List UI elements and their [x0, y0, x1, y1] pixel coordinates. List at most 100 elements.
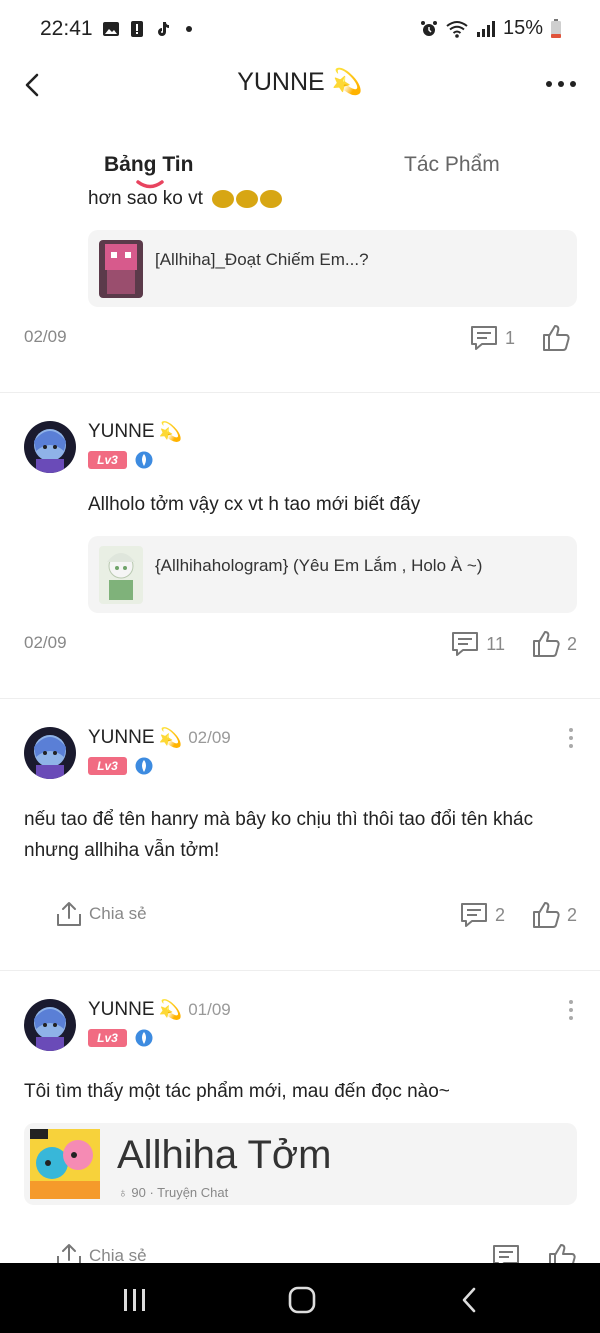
- page-title-text: YUNNE: [237, 68, 325, 96]
- battery-percent: 15%: [502, 17, 543, 39]
- comment-count: 2: [494, 904, 505, 925]
- sparkle-icon: 💫: [158, 1000, 183, 1021]
- comment-button[interactable]: 1: [469, 323, 515, 353]
- verified-badge-icon: [135, 1029, 153, 1047]
- like-button[interactable]: 2: [531, 900, 577, 930]
- thumbs-up-icon: [532, 902, 560, 928]
- battery-icon: [551, 18, 561, 38]
- post-actions: 2 2: [433, 900, 577, 930]
- book-title: Allhiha Tởm: [117, 1133, 332, 1177]
- comment-count: 11: [486, 633, 505, 654]
- username[interactable]: YUNNE: [88, 727, 155, 749]
- crying-emoji-icon: [212, 189, 235, 208]
- status-bar: 22:41 15%: [0, 0, 600, 60]
- like-button[interactable]: [547, 1242, 577, 1263]
- story-link-card[interactable]: [Allhiha]_Đoạt Chiếm Em...?: [88, 230, 577, 307]
- post-text-line: nếu tao để tên hanry mà bây ko chịu thì …: [24, 809, 534, 830]
- username[interactable]: YUNNE: [88, 999, 155, 1021]
- top-bar: YUNNE 💫: [0, 60, 600, 110]
- dot-icon: [186, 26, 192, 32]
- post-meta-row: 02/09 1: [24, 323, 577, 353]
- book-cover: [30, 1129, 100, 1199]
- post-text: Allholo tởm vậy cx vt h tao mới biết đấy: [88, 494, 421, 515]
- gallery-icon: [103, 22, 119, 36]
- alarm-icon: [420, 20, 437, 36]
- divider: [0, 698, 600, 699]
- post-author: YUNNE 💫 02/09 Lv3: [88, 726, 231, 775]
- like-count: 2: [566, 633, 577, 654]
- nav-back-icon[interactable]: [455, 1285, 485, 1315]
- sparkle-icon: 💫: [331, 68, 363, 96]
- home-icon[interactable]: [287, 1285, 317, 1315]
- alert-icon: [131, 21, 143, 37]
- thumbs-up-icon: [532, 631, 560, 657]
- post-meta-row: [24, 1242, 577, 1263]
- avatar[interactable]: [24, 999, 76, 1051]
- notification-icons: [102, 20, 198, 38]
- verified-badge-icon: [135, 451, 153, 469]
- post-text-partial: hơn sao ko vt: [88, 188, 283, 210]
- sparkle-icon: 💫: [158, 728, 183, 749]
- crying-emoji-group: [212, 189, 283, 208]
- verified-badge-icon: [135, 757, 153, 775]
- tiktok-icon: [158, 22, 169, 36]
- level-badge: Lv3: [88, 451, 127, 469]
- thumbs-up-icon: [543, 325, 570, 351]
- book-card[interactable]: Allhiha Tởm ♁ 90 · Truyện Chat: [24, 1123, 577, 1205]
- system-status: 15%: [420, 17, 562, 40]
- like-button[interactable]: 2: [531, 629, 577, 659]
- tab-works[interactable]: Tác Phẩm: [404, 153, 500, 177]
- story-link-card[interactable]: {Allhihahologram} (Yêu Em Lắm , Holo À ~…: [88, 536, 577, 613]
- signal-icon: [476, 20, 495, 37]
- post-text: Tôi tìm thấy một tác phẩm mới, mau đến đ…: [24, 1081, 450, 1102]
- tab-feed[interactable]: Bảng Tin: [104, 153, 193, 177]
- crying-emoji-icon: [260, 189, 283, 208]
- comment-icon: [452, 632, 479, 656]
- comment-button[interactable]: 11: [450, 629, 505, 659]
- feed-list[interactable]: hơn sao ko vt [Allhiha]_Đoạt Chiếm Em...…: [0, 186, 600, 1263]
- story-link-title: {Allhihahologram} (Yêu Em Lắm , Holo À ~…: [155, 556, 483, 575]
- avatar[interactable]: [24, 727, 76, 779]
- post-date: 01/09: [188, 1000, 231, 1019]
- level-badge: Lv3: [88, 757, 127, 775]
- wifi-icon: [446, 20, 468, 38]
- post-actions: 11 2: [424, 629, 577, 659]
- page-title: YUNNE 💫: [0, 68, 600, 97]
- book-views: 90: [131, 1185, 146, 1200]
- like-button[interactable]: [541, 323, 577, 353]
- username[interactable]: YUNNE: [88, 421, 155, 443]
- story-link-title: [Allhiha]_Đoạt Chiếm Em...?: [155, 250, 369, 269]
- post-meta-row: 02/09 11 2: [24, 629, 577, 659]
- fire-icon: ♁: [118, 1185, 132, 1200]
- post-text: nếu tao để tên hanry mà bây ko chịu thì …: [24, 804, 533, 866]
- post-text-fragment: hơn sao ko vt: [88, 188, 203, 209]
- comment-button[interactable]: 2: [459, 900, 505, 930]
- post-author: YUNNE 💫 Lv3: [88, 420, 182, 469]
- like-count: 2: [566, 904, 577, 925]
- divider: [0, 392, 600, 393]
- post-menu-icon[interactable]: [566, 998, 576, 1022]
- story-thumbnail: [99, 546, 143, 604]
- comment-button[interactable]: [491, 1242, 521, 1263]
- recent-apps-icon[interactable]: [120, 1285, 150, 1315]
- status-time: 22:41: [40, 17, 93, 40]
- book-meta: ♁ 90 · Truyện Chat: [118, 1185, 229, 1200]
- avatar[interactable]: [24, 421, 76, 473]
- post-menu-icon[interactable]: [566, 726, 576, 750]
- crying-emoji-icon: [236, 189, 259, 208]
- system-nav-bar: [0, 1263, 600, 1333]
- comment-icon: [470, 326, 497, 350]
- sparkle-icon: 💫: [158, 422, 183, 443]
- comment-count: 1: [504, 327, 515, 348]
- story-thumbnail: [99, 240, 143, 298]
- post-text-line: nhưng allhiha vẫn tởm!: [24, 840, 220, 861]
- post-actions: [465, 1242, 577, 1263]
- comment-icon: [460, 903, 487, 927]
- level-badge: Lv3: [88, 1029, 127, 1047]
- more-options-icon[interactable]: [544, 72, 578, 96]
- divider: [0, 970, 600, 971]
- comment-icon: [493, 1245, 519, 1263]
- thumbs-up-icon: [549, 1244, 576, 1263]
- post-author: YUNNE 💫 01/09 Lv3: [88, 998, 231, 1047]
- post-actions: 1: [443, 323, 577, 353]
